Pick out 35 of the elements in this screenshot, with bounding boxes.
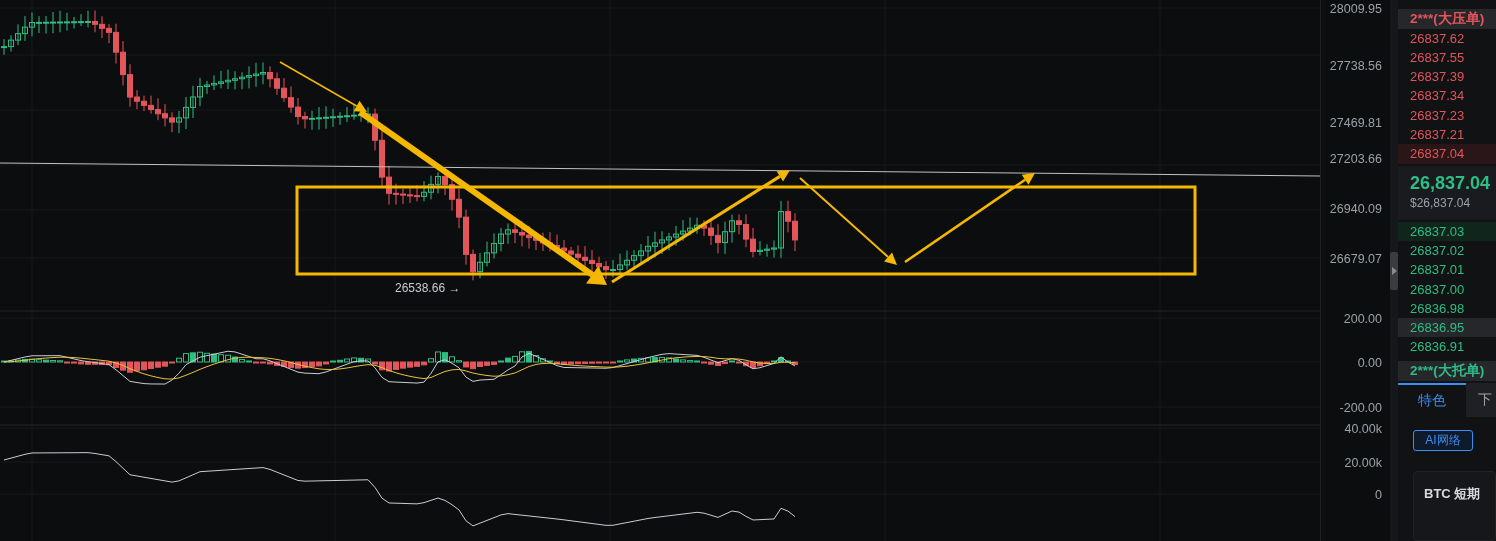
ask-price: 26837.21 — [1409, 126, 1466, 145]
last-price-usd: $26,837.04 — [1409, 194, 1472, 212]
ask-price: 26837.34 — [1409, 87, 1466, 106]
ask-price: 26837.04 — [1398, 144, 1496, 164]
ask-price: 26837.23 — [1409, 106, 1466, 125]
bid-price: 26836.98 — [1409, 299, 1466, 318]
volume-axis-label: 20.00k — [1344, 456, 1382, 470]
bid-price: 26836.91 — [1409, 338, 1466, 357]
bid-price: 26837.00 — [1409, 280, 1466, 299]
bid-price: 26837.02 — [1409, 241, 1466, 260]
macd-axis-label: 200.00 — [1343, 312, 1382, 326]
filter-button[interactable]: AI网络 — [1413, 429, 1473, 451]
price-axis-label: 28009.95 — [1329, 2, 1382, 16]
bid-price: 26836.95 — [1398, 318, 1496, 338]
price-axis-label: 27738.56 — [1329, 59, 1382, 73]
tab[interactable]: 下 — [1466, 382, 1496, 417]
ask-label: 2***(大压单) — [1398, 8, 1496, 29]
volume-axis-label: 0 — [1375, 488, 1382, 502]
collapse-handle[interactable] — [1390, 251, 1398, 290]
macd-axis-label: -200.00 — [1339, 401, 1382, 415]
price-axis-label: 27203.66 — [1329, 152, 1382, 166]
price-axis-label: 26679.07 — [1329, 252, 1382, 266]
macd-axis-label: 0.00 — [1357, 356, 1382, 370]
ask-price: 26837.62 — [1409, 29, 1466, 48]
price-axis-label: 27469.81 — [1329, 116, 1382, 130]
bid-price: 26837.03 — [1398, 221, 1496, 241]
bid-label: 2***(大托单) — [1398, 360, 1496, 381]
volume-axis-label: 40.00k — [1344, 422, 1382, 436]
last-price: 26,837.04 — [1409, 171, 1492, 194]
ask-price: 26837.39 — [1409, 68, 1466, 87]
price-axis-label: 26940.09 — [1329, 202, 1382, 216]
card-title: BTC 短期 — [1424, 484, 1482, 503]
ask-price: 26837.55 — [1409, 48, 1466, 67]
low-price-label: 26538.66 → — [395, 281, 461, 295]
bid-price: 26837.01 — [1409, 261, 1466, 280]
